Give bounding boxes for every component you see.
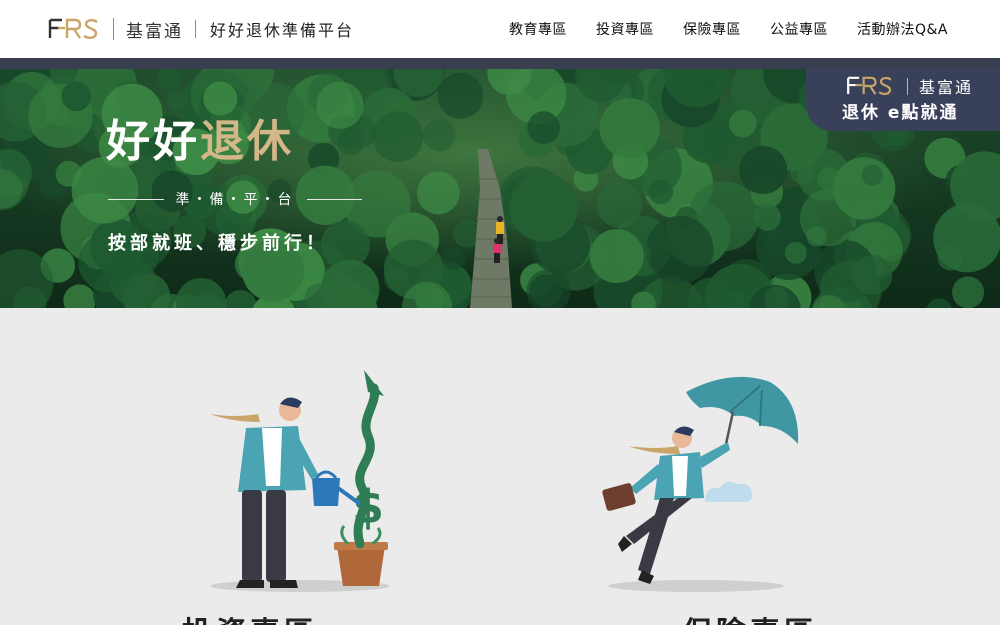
badge-brand-name: 基富通 — [919, 78, 974, 97]
site-title[interactable]: 好好退休準備平台 — [210, 17, 354, 41]
header-accent-strip — [0, 58, 1000, 69]
nav-education[interactable]: 教育專區 — [509, 19, 567, 39]
insurance-zone-title[interactable]: 保險專區 — [500, 608, 1000, 625]
badge-brand-row: 基富通 — [844, 74, 973, 98]
hero-title-white: 好好 — [106, 116, 200, 167]
frs-logo-icon — [48, 18, 98, 39]
title-divider — [195, 20, 196, 38]
retire-e-badge: 基富通 退休 e點就通 — [806, 69, 1000, 131]
brand-name: 基富通 — [126, 21, 183, 42]
nav-investment[interactable]: 投資專區 — [596, 19, 654, 39]
subtitle-line-left — [108, 198, 164, 200]
hero-title: 好好退休 — [106, 105, 294, 169]
nav-insurance[interactable]: 保險專區 — [683, 19, 741, 39]
hero-subtitle-row: 準・備・平・台 — [108, 189, 362, 209]
badge-slogan: 退休 e點就通 — [842, 103, 959, 123]
insurance-zone-card[interactable]: 保險專區 — [500, 308, 1000, 625]
hero-title-gold: 退休 — [200, 116, 294, 167]
logo-divider — [113, 18, 114, 40]
frs-logo-icon — [847, 76, 892, 96]
man-with-umbrella-illustration — [602, 376, 799, 592]
subtitle-line-right — [306, 198, 362, 200]
hero-subtitle: 準・備・平・台 — [175, 192, 295, 208]
investment-zone-title[interactable]: 投資專區 — [0, 608, 500, 625]
main-nav: 教育專區 投資專區 保險專區 公益專區 活動辦法Q&A — [509, 19, 948, 39]
top-navigation-bar: 基富通 好好退休準備平台 教育專區 投資專區 保險專區 公益專區 活動辦法Q&A — [0, 0, 1000, 58]
site-logo[interactable]: 基富通 好好退休準備平台 — [48, 17, 354, 42]
nav-event-qa[interactable]: 活動辦法Q&A — [857, 19, 948, 39]
nav-charity[interactable]: 公益專區 — [770, 19, 828, 39]
hero-tagline: 按部就班、穩步前行！ — [108, 233, 328, 254]
svg-text:$: $ — [352, 480, 384, 534]
badge-divider — [907, 77, 908, 95]
man-watering-dollar-plant-illustration: $ — [210, 370, 390, 592]
investment-zone-card[interactable]: $ 投資專區 — [0, 308, 500, 625]
hero-banner: 好好退休 準・備・平・台 按部就班、穩步前行！ 基富通 退休 e點就通 — [0, 69, 1000, 308]
